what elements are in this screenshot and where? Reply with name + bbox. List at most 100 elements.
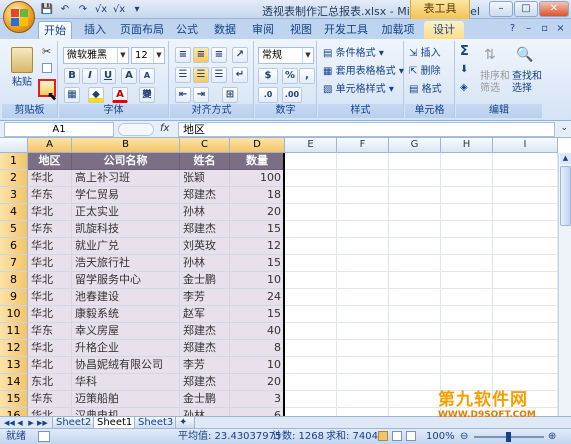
empty-cell[interactable] [285, 306, 337, 323]
align-center-icon[interactable]: ☰ [193, 67, 209, 83]
table-cell[interactable]: 40 [230, 323, 285, 340]
tab-design[interactable]: 设计 [424, 21, 464, 39]
column-header[interactable]: H [441, 138, 493, 153]
table-cell[interactable]: 华北 [28, 306, 72, 323]
empty-cell[interactable] [337, 323, 389, 340]
empty-cell[interactable] [285, 391, 337, 408]
empty-cell[interactable] [493, 221, 558, 238]
table-cell[interactable]: 郑建杰 [180, 187, 230, 204]
grow-font-button[interactable]: A [121, 68, 137, 84]
empty-cell[interactable] [389, 221, 441, 238]
table-cell[interactable]: 12 [230, 238, 285, 255]
empty-cell[interactable] [441, 255, 493, 272]
autosum-button[interactable]: Σ [460, 44, 469, 60]
empty-cell[interactable] [337, 357, 389, 374]
row-header[interactable]: 11 [0, 323, 28, 340]
column-header[interactable]: F [337, 138, 389, 153]
table-cell[interactable]: 李芳 [180, 289, 230, 306]
formula-input[interactable]: 地区 [178, 122, 555, 137]
save-icon[interactable]: 💾 [40, 3, 54, 16]
empty-cell[interactable] [337, 170, 389, 187]
select-all-corner[interactable] [0, 138, 28, 153]
increase-decimal-icon[interactable]: .0 [258, 87, 278, 103]
row-header[interactable]: 2 [0, 170, 28, 187]
sqrt-icon[interactable]: √x [112, 3, 126, 16]
empty-cell[interactable] [493, 170, 558, 187]
percent-button[interactable]: % [282, 68, 298, 84]
decrease-indent-icon[interactable]: ⇤ [175, 87, 191, 103]
empty-cell[interactable] [285, 357, 337, 374]
empty-cell[interactable] [285, 272, 337, 289]
table-cell[interactable]: 金士鹏 [180, 272, 230, 289]
name-box[interactable]: A1 [4, 122, 114, 137]
row-header[interactable]: 7 [0, 255, 28, 272]
table-cell[interactable]: 升格企业 [72, 340, 180, 357]
empty-cell[interactable] [441, 340, 493, 357]
row-header[interactable]: 12 [0, 340, 28, 357]
table-cell[interactable]: 20 [230, 204, 285, 221]
empty-cell[interactable] [441, 306, 493, 323]
tab-view[interactable]: 视图 [284, 21, 318, 39]
empty-cell[interactable] [493, 340, 558, 357]
comma-button[interactable]: , [299, 68, 315, 84]
scroll-thumb[interactable] [560, 166, 571, 226]
table-cell[interactable]: 郑建杰 [180, 323, 230, 340]
table-cell[interactable]: 10 [230, 357, 285, 374]
merge-center-icon[interactable]: ⊞ [222, 87, 238, 103]
table-cell[interactable]: 张颖 [180, 170, 230, 187]
next-sheet-icon[interactable]: ▶ [26, 418, 36, 428]
table-cell[interactable]: 浩天旅行社 [72, 255, 180, 272]
empty-cell[interactable] [389, 153, 441, 170]
empty-cell[interactable] [441, 289, 493, 306]
empty-cell[interactable] [441, 153, 493, 170]
empty-cell[interactable] [441, 204, 493, 221]
font-color-button[interactable]: A [112, 87, 128, 103]
table-cell[interactable]: 20 [230, 374, 285, 391]
empty-cell[interactable] [285, 170, 337, 187]
shrink-font-button[interactable]: A [139, 68, 155, 84]
empty-cell[interactable] [285, 374, 337, 391]
table-cell[interactable]: 华北 [28, 340, 72, 357]
empty-cell[interactable] [441, 272, 493, 289]
increase-indent-icon[interactable]: ⇥ [193, 87, 209, 103]
table-cell[interactable]: 正太实业 [72, 204, 180, 221]
minimize-icon[interactable]: – [522, 22, 535, 35]
empty-cell[interactable] [337, 272, 389, 289]
orientation-icon[interactable]: ↗ [232, 47, 248, 63]
empty-cell[interactable] [389, 204, 441, 221]
empty-cell[interactable] [389, 306, 441, 323]
empty-cell[interactable] [389, 170, 441, 187]
paste-button[interactable]: 粘贴 [12, 75, 32, 91]
italic-button[interactable]: I [82, 68, 98, 84]
empty-cell[interactable] [389, 187, 441, 204]
close-button[interactable]: ✕ [539, 1, 569, 17]
conditional-format-button[interactable]: ▤ 条件格式 ▾ [323, 46, 384, 62]
last-sheet-icon[interactable]: ▶▶ [37, 418, 48, 428]
empty-cell[interactable] [389, 272, 441, 289]
paste-icon[interactable] [11, 47, 33, 73]
normal-view-icon[interactable] [378, 431, 388, 441]
table-cell[interactable]: 刘英玫 [180, 238, 230, 255]
table-cell[interactable]: 池春建设 [72, 289, 180, 306]
table-cell[interactable]: 郑建杰 [180, 340, 230, 357]
empty-cell[interactable] [441, 238, 493, 255]
row-header[interactable]: 10 [0, 306, 28, 323]
close-icon[interactable]: × [554, 22, 567, 35]
empty-cell[interactable] [441, 170, 493, 187]
table-cell[interactable]: 华北 [28, 255, 72, 272]
fx-button[interactable]: fx [160, 123, 169, 134]
table-cell[interactable]: 幸义房屋 [72, 323, 180, 340]
table-cell[interactable]: 15 [230, 255, 285, 272]
bold-button[interactable]: B [64, 68, 80, 84]
column-header[interactable]: D [230, 138, 285, 153]
font-size-select[interactable]: 12 ▼ [131, 47, 165, 64]
empty-cell[interactable] [493, 289, 558, 306]
insert-button[interactable]: ⇲ 插入 [409, 46, 441, 62]
empty-cell[interactable] [493, 238, 558, 255]
row-header[interactable]: 9 [0, 289, 28, 306]
empty-cell[interactable] [337, 238, 389, 255]
zoom-slider-thumb[interactable] [506, 432, 511, 442]
table-cell[interactable]: 金士鹏 [180, 391, 230, 408]
tab-formulas[interactable]: 公式 [170, 21, 204, 39]
empty-cell[interactable] [389, 374, 441, 391]
